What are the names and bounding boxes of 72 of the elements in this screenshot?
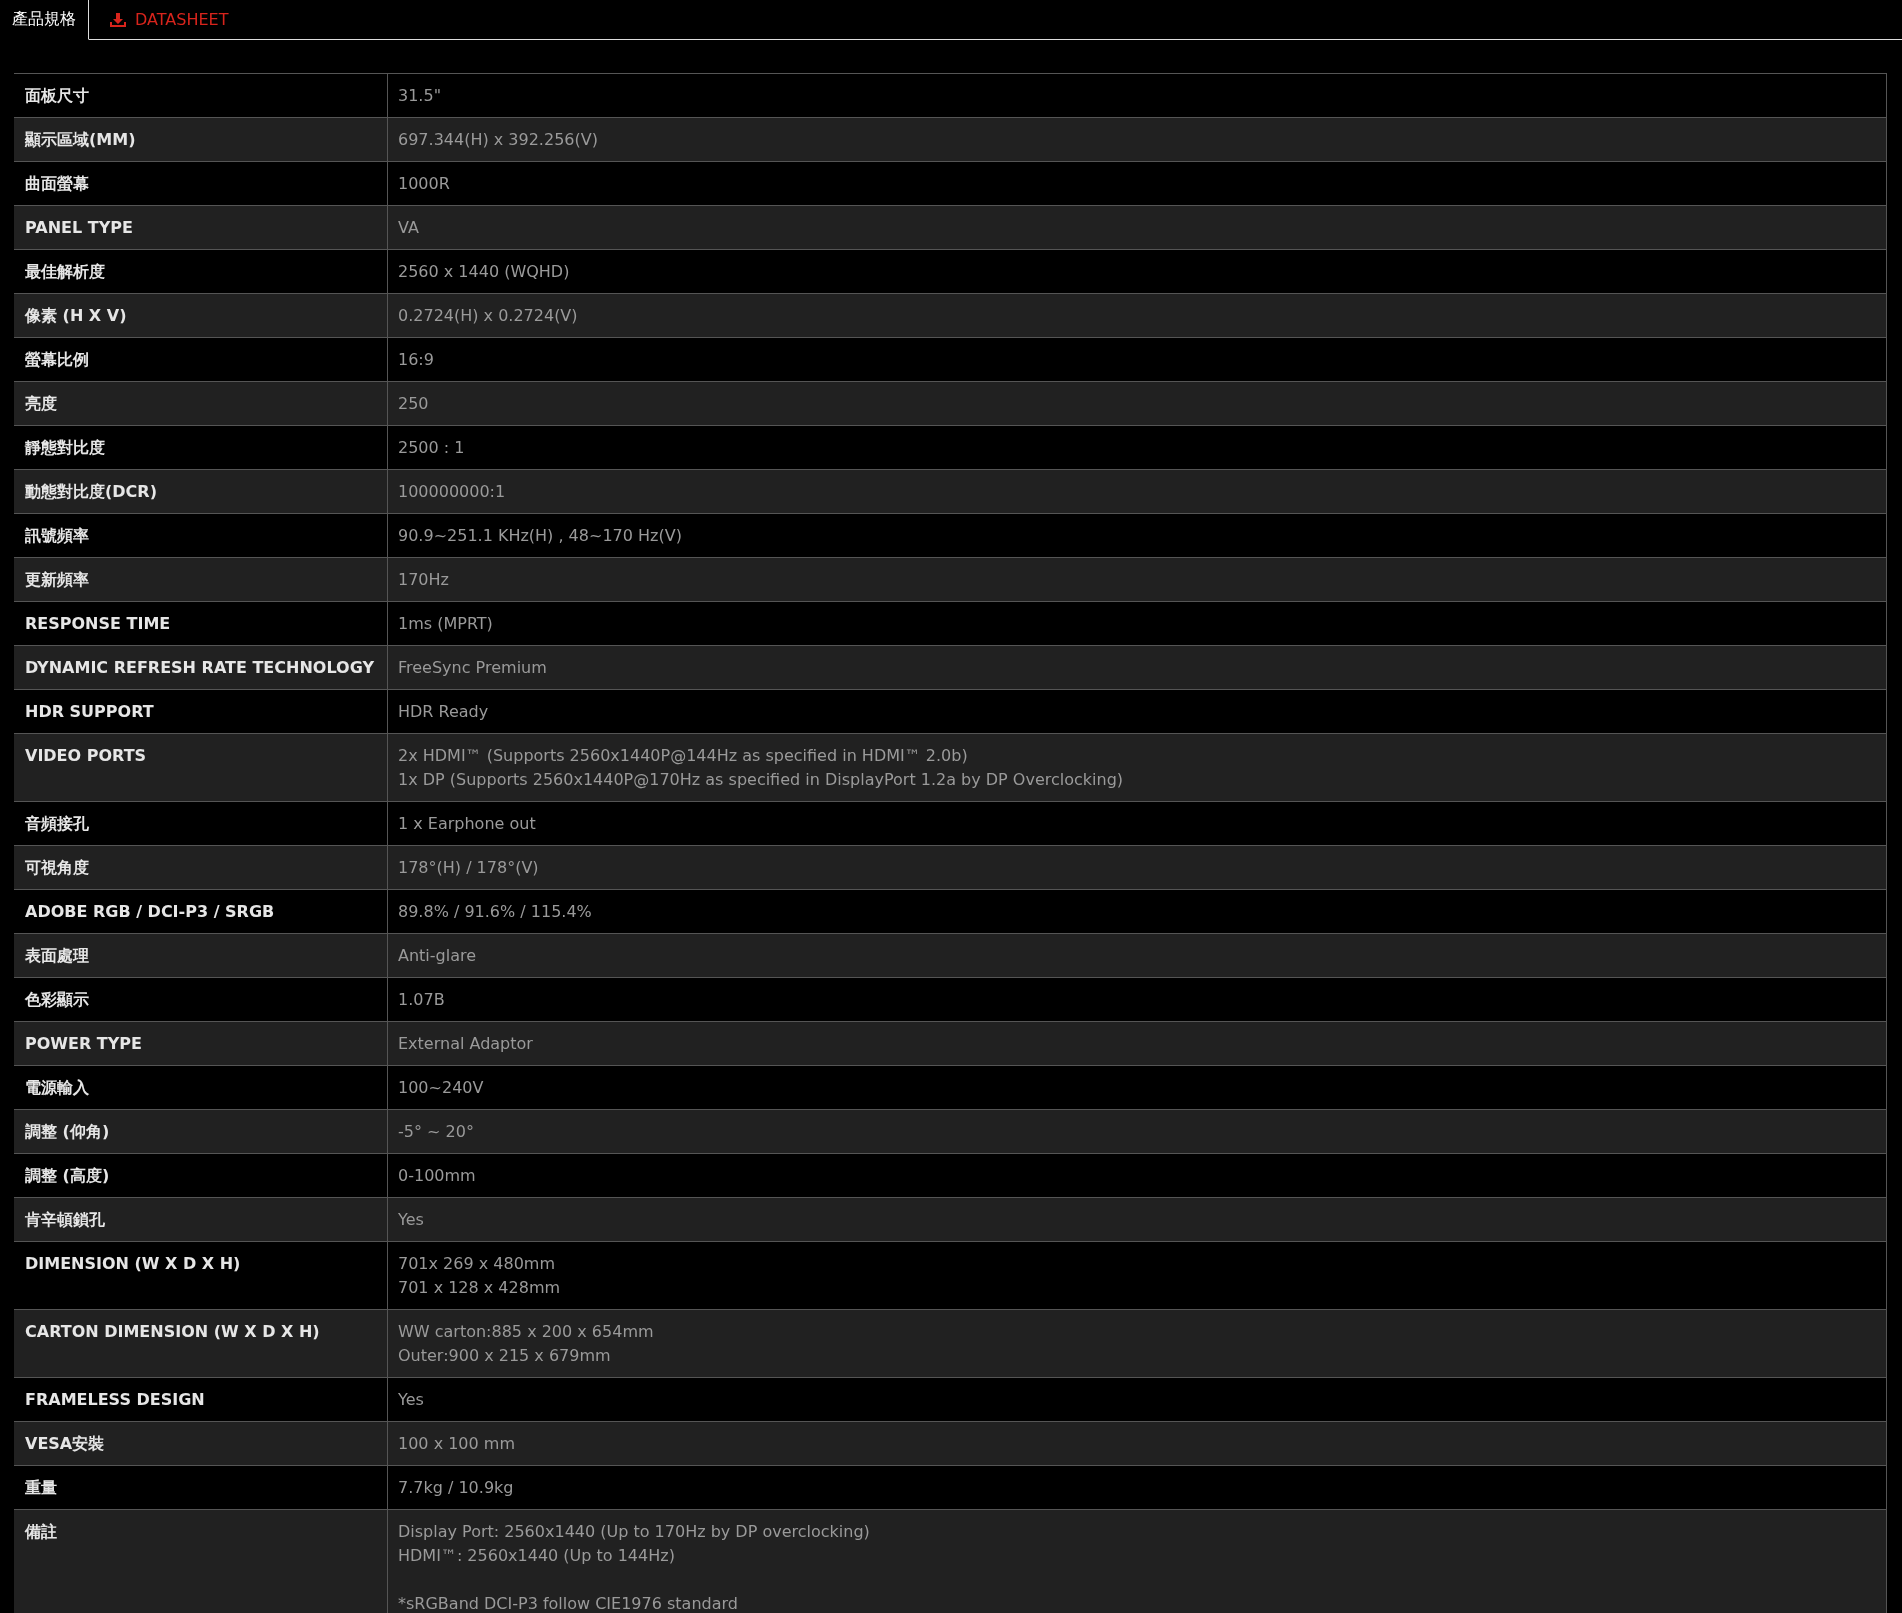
spec-label: VESA安裝 [14, 1422, 388, 1465]
spec-value: 697.344(H) x 392.256(V) [398, 129, 599, 151]
spec-value: Yes [398, 1389, 425, 1411]
spec-label: 調整 (仰角) [14, 1110, 388, 1153]
spec-label: POWER TYPE [14, 1022, 388, 1065]
spec-label: 可視角度 [14, 846, 388, 889]
spec-label: CARTON DIMENSION (W X D X H) [14, 1310, 388, 1377]
spec-label: VIDEO PORTS [14, 734, 388, 801]
spec-label: 調整 (高度) [14, 1154, 388, 1197]
spec-value: HDR Ready [398, 701, 490, 723]
spec-label: 最佳解析度 [14, 250, 388, 293]
spec-label: 訊號頻率 [14, 514, 388, 557]
spec-value: 178°(H) / 178°(V) [398, 857, 540, 879]
spec-value: HDMI™: 2560x1440 (Up to 144Hz) [398, 1545, 676, 1567]
spec-value: 16:9 [398, 349, 435, 371]
spec-value: External Adaptor [398, 1033, 534, 1055]
spec-value: FreeSync Premium [398, 657, 548, 679]
spec-label: RESPONSE TIME [14, 602, 388, 645]
spec-value: 701 x 128 x 428mm [398, 1277, 562, 1299]
spec-label: 面板尺寸 [14, 74, 388, 117]
spec-value: 89.8% / 91.6% / 115.4% [398, 901, 593, 923]
spec-value: 1000R [398, 173, 451, 195]
spec-value: 0-100mm [398, 1165, 477, 1187]
spec-value: 701x 269 x 480mm [398, 1253, 556, 1275]
spec-label: DYNAMIC REFRESH RATE TECHNOLOGY [14, 646, 388, 689]
spec-value: Outer:900 x 215 x 679mm [398, 1345, 612, 1367]
spec-label: 顯示區域(MM) [14, 118, 388, 161]
spec-label: 備註 [14, 1510, 388, 1613]
spec-value: 250 [398, 393, 430, 415]
spec-value: 100~240V [398, 1077, 485, 1099]
spec-value: Anti-glare [398, 945, 478, 967]
spec-value: 90.9~251.1 KHz(H) , 48~170 Hz(V) [398, 525, 683, 547]
spec-label: FRAMELESS DESIGN [14, 1378, 388, 1421]
tab[interactable]: 產品規格 [0, 0, 89, 40]
spec-value: *sRGBand DCI-P3 follow CIE1976 standard [398, 1593, 739, 1613]
spec-value: 2500 : 1 [398, 437, 466, 459]
spec-label: 重量 [14, 1466, 388, 1509]
spec-value: -5° ~ 20° [398, 1121, 475, 1143]
spec-value: 1.07B [398, 989, 446, 1011]
spec-label: 像素 (H X V) [14, 294, 388, 337]
spec-label: 曲面螢幕 [14, 162, 388, 205]
spec-label: 動態對比度(DCR) [14, 470, 388, 513]
spec-label: 更新頻率 [14, 558, 388, 601]
spec-value: Display Port: 2560x1440 (Up to 170Hz by DP overclocking) [398, 1521, 871, 1543]
spec-value: 1x DP (Supports 2560x1440P@170Hz as specified in DisplayPort 1.2a by DP Overclocking) [398, 769, 1125, 791]
spec-label: 肯辛頓鎖孔 [14, 1198, 388, 1241]
spec-value: 31.5" [398, 85, 442, 107]
spec-label: 音頻接孔 [14, 802, 388, 845]
spec-value: 100 x 100 mm [398, 1433, 516, 1455]
spec-value: 2560 x 1440 (WQHD) [398, 261, 571, 283]
spec-value: 1ms (MPRT) [398, 613, 494, 635]
spec-label: 靜態對比度 [14, 426, 388, 469]
spec-value: 1 x Earphone out [398, 813, 537, 835]
download-icon [109, 11, 127, 28]
spec-label: 亮度 [14, 382, 388, 425]
spec-label: 色彩顯示 [14, 978, 388, 1021]
datasheet-link[interactable]: DATASHEET [89, 0, 249, 40]
spec-label: ADOBE RGB / DCI-P3 / SRGB [14, 890, 388, 933]
spec-value: 100000000:1 [398, 481, 507, 503]
spec-label: 螢幕比例 [14, 338, 388, 381]
spec-label: DIMENSION (W X D X H) [14, 1242, 388, 1309]
spec-label: PANEL TYPE [14, 206, 388, 249]
spec-value: WW carton:885 x 200 x 654mm [398, 1321, 655, 1343]
spec-label: 表面處理 [14, 934, 388, 977]
spec-value: 170Hz [398, 569, 450, 591]
spec-value: 0.2724(H) x 0.2724(V) [398, 305, 579, 327]
spec-value: 2x HDMI™ (Supports 2560x1440P@144Hz as specified in HDMI™ 2.0b) [398, 745, 969, 767]
spec-value: Yes [398, 1209, 425, 1231]
spec-value: VA [398, 217, 420, 239]
spec-label: HDR SUPPORT [14, 690, 388, 733]
spec-value: 7.7kg / 10.9kg [398, 1477, 515, 1499]
spec-label: 電源輸入 [14, 1066, 388, 1109]
